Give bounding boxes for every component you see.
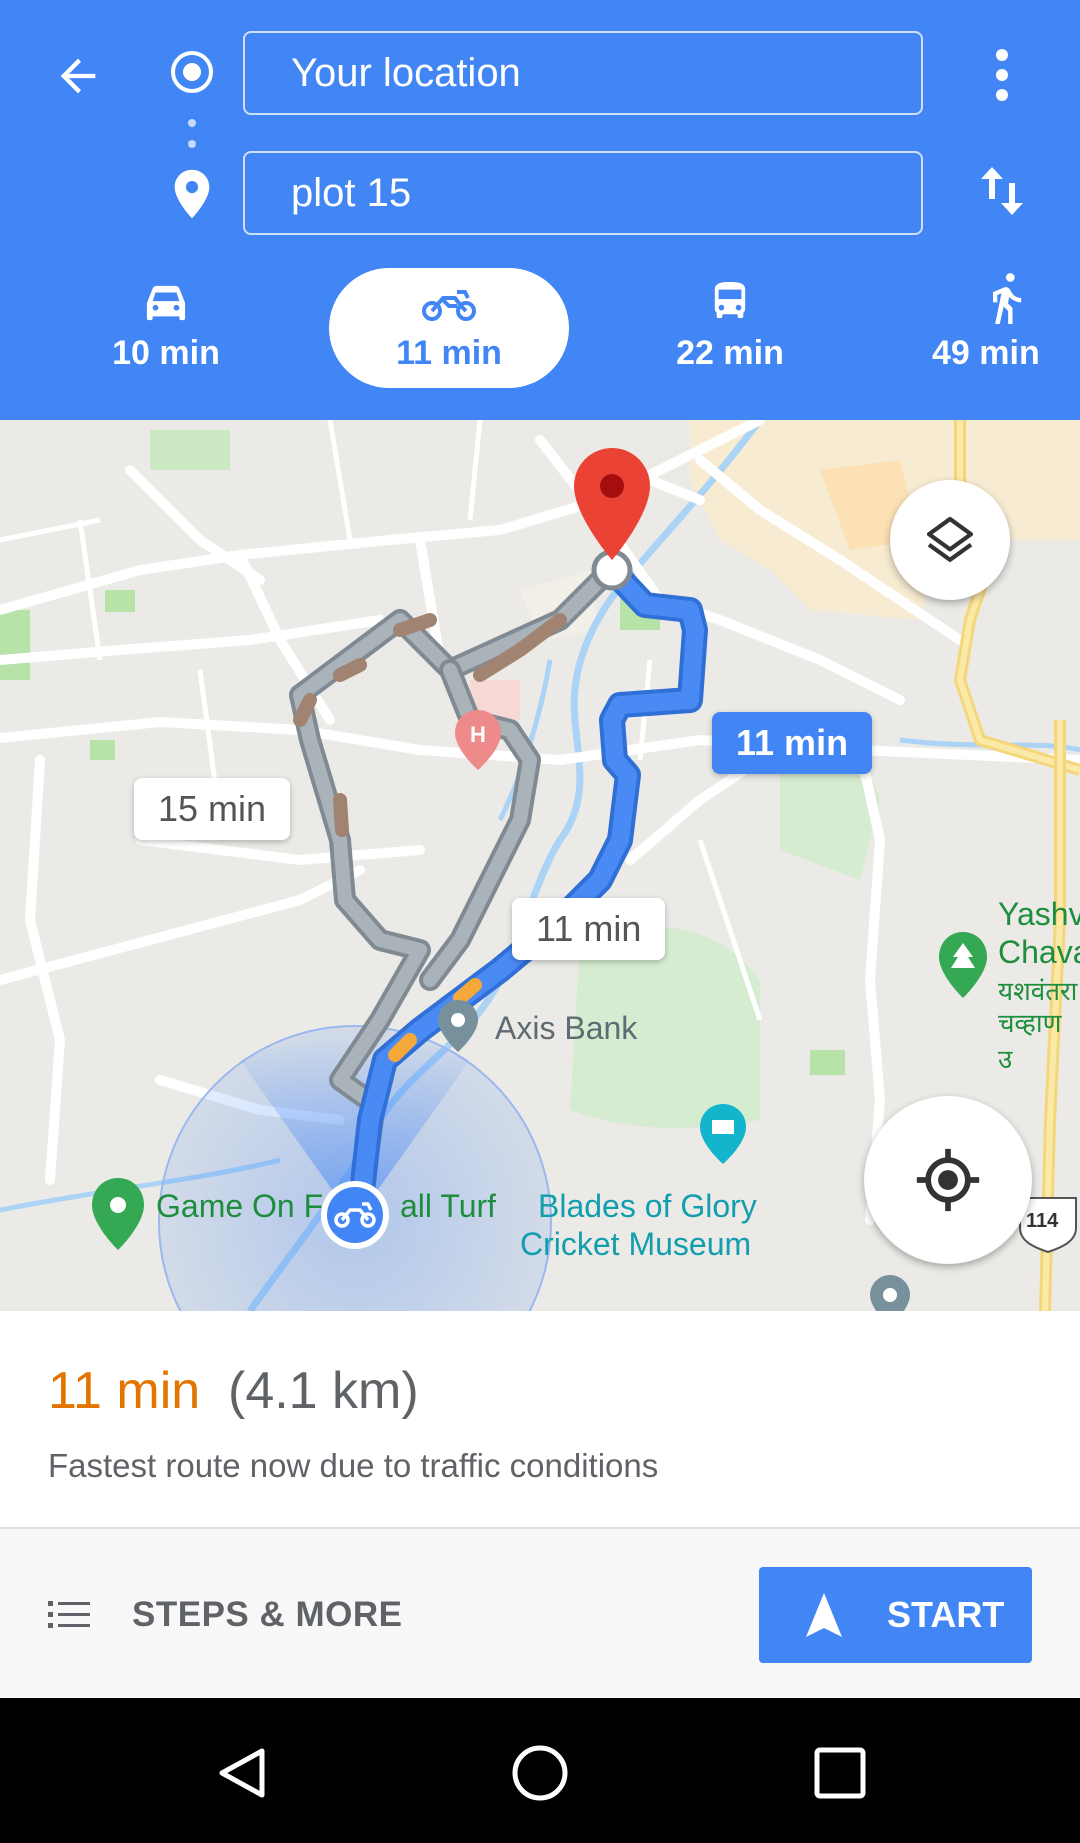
mode-transit-time: 22 min [676,334,784,372]
triangle-back-icon [219,1748,265,1798]
route-note: Fastest route now due to traffic conditi… [48,1447,659,1484]
my-location-button[interactable] [864,1096,1032,1264]
route-summary-sheet[interactable]: 11 min (4.1 km) Fastest route now due to… [0,1311,1080,1528]
place-label-yash-dev1[interactable]: यशवंतरा [998,972,1077,1008]
system-home-button[interactable] [500,1733,580,1813]
list-icon [48,1601,90,1628]
place-label-yash-line1[interactable]: Yashv [998,896,1080,933]
route-distance: (4.1 km) [228,1362,419,1420]
start-label: START [887,1594,1005,1635]
action-bar: STEPS & MORE START [0,1529,1080,1698]
mode-walk-tab[interactable]: 49 min [890,268,1080,388]
origin-field[interactable]: Your location [243,31,923,115]
mode-motorcycle-time: 11 min [396,334,502,372]
swap-vert-icon [981,167,1023,215]
start-navigation-button[interactable]: START [759,1567,1032,1663]
system-navigation-bar [0,1698,1080,1843]
system-recents-button[interactable] [800,1733,880,1813]
walk-icon [993,273,1022,324]
place-label-game-on[interactable]: Game On F [156,1188,323,1225]
route-dots-icon [188,119,196,148]
steps-and-more-label: STEPS & MORE [132,1595,403,1634]
more-vert-icon [996,49,1008,101]
place-label-blades-line1[interactable]: Blades of Glory [538,1188,757,1225]
more-options-button[interactable] [976,40,1028,110]
swap-button[interactable] [970,156,1034,226]
steps-and-more-button[interactable]: STEPS & MORE [48,1569,402,1661]
map-view[interactable]: H Axis Bank Game On F all Turf Blades of… [0,420,1080,1311]
svg-text:H: H [470,722,486,747]
layers-button[interactable] [890,480,1010,600]
destination-pin-icon [174,169,210,219]
mode-drive-tab[interactable]: 10 min [46,268,286,388]
route-duration: 11 min [48,1362,201,1420]
bus-icon [714,282,746,319]
navigation-arrow-icon [806,1593,842,1637]
mode-drive-time: 10 min [112,334,220,372]
place-label-axis-bank[interactable]: Axis Bank [495,1010,637,1047]
directions-header: Your location plot 15 10 min 11 min 22 m… [0,0,1080,420]
square-recents-icon [814,1747,866,1799]
system-back-button[interactable] [202,1733,282,1813]
route-time-bubble-primary[interactable]: 11 min [712,712,873,774]
mode-motorcycle-tab[interactable]: 11 min [329,268,569,388]
place-label-blades-line2[interactable]: Cricket Museum [520,1226,751,1263]
layers-icon [926,516,974,562]
mode-transit-tab[interactable]: 22 min [610,268,850,388]
highway-shield-label: 114 [1026,1210,1059,1232]
mode-walk-time: 49 min [932,334,1040,372]
your-location-icon [171,51,213,93]
car-icon [146,285,186,321]
back-button[interactable] [40,38,116,114]
place-label-yash-line2[interactable]: Chava [998,934,1080,971]
circle-home-icon [512,1745,568,1801]
place-label-game-on-end[interactable]: all Turf [400,1188,496,1225]
route-time-bubble-alt-left[interactable]: 15 min [134,778,291,840]
motorcycle-icon [422,290,476,321]
crosshair-icon [916,1148,980,1212]
destination-field[interactable]: plot 15 [243,151,923,235]
route-time-bubble-alt-mid[interactable]: 11 min [512,898,666,960]
arrow-back-icon [60,58,96,94]
place-label-yash-dev2[interactable]: चव्हाण उ [998,1004,1080,1076]
